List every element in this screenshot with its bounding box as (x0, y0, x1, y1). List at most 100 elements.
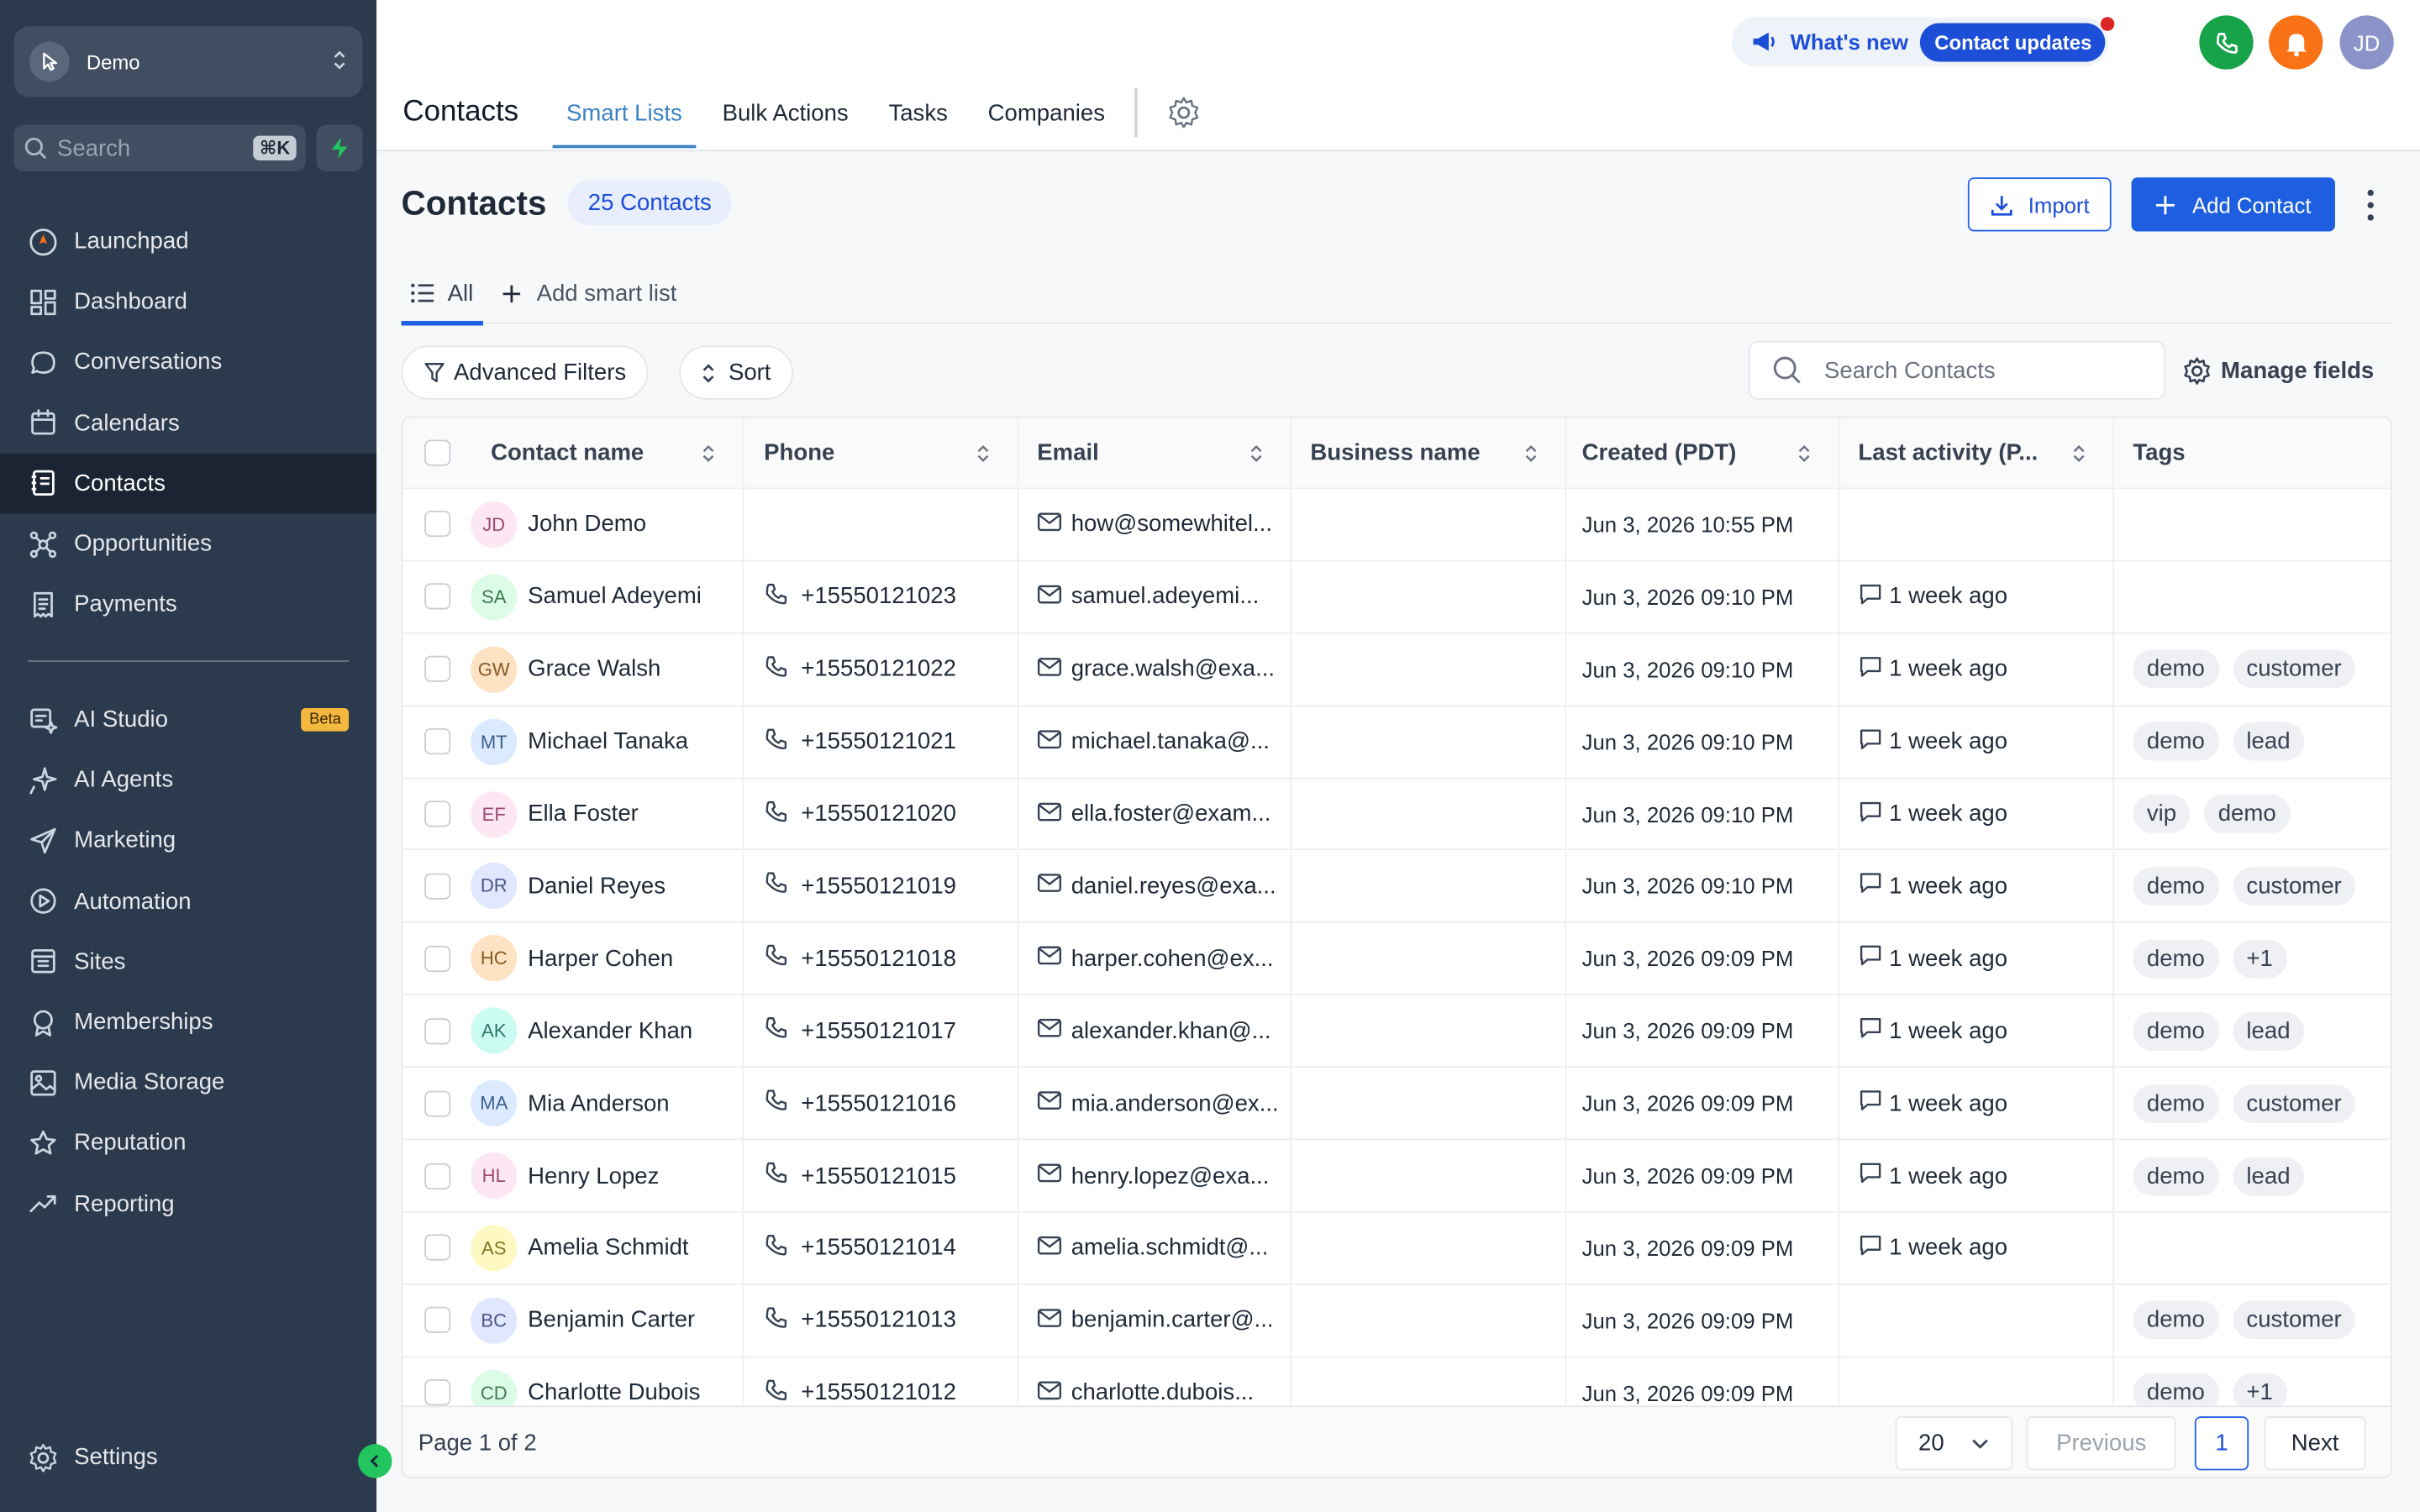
page-1-button[interactable]: 1 (2194, 1416, 2249, 1471)
table-row[interactable]: JD John Demo how@somewhitel... Jun 3, 2026 … (402, 489, 2391, 562)
table-row[interactable]: DR Daniel Reyes +15550121019 daniel.reyes@e… (402, 850, 2391, 924)
email-address[interactable]: mia.anderson@ex... (1071, 1090, 1279, 1116)
email-address[interactable]: charlotte.dubois... (1071, 1379, 1254, 1405)
contact-name-cell[interactable]: DR Daniel Reyes (471, 850, 744, 922)
advanced-filters-button[interactable]: Advanced Filters (401, 345, 648, 400)
tag-badge[interactable]: lead (2232, 1156, 2305, 1195)
table-row[interactable]: HL Henry Lopez +15550121015 henry.lopez@exa… (402, 1140, 2391, 1213)
table-row[interactable]: MT Michael Tanaka +15550121021 michael.tana… (402, 706, 2391, 779)
contact-name[interactable]: Henry Lopez (528, 1163, 659, 1189)
email-address[interactable]: benjamin.carter@... (1071, 1307, 1274, 1333)
contact-name-cell[interactable]: AK Alexander Khan (471, 995, 744, 1067)
table-row[interactable]: SA Samuel Adeyemi +15550121023 samuel.adeye… (402, 561, 2391, 634)
phone-number[interactable]: +15550121017 (801, 1018, 956, 1044)
contact-name-cell[interactable]: MA Mia Anderson (471, 1068, 744, 1139)
tag-badge[interactable]: lead (2232, 722, 2305, 761)
tab-smart-lists[interactable]: Smart Lists (552, 74, 697, 151)
tag-badge[interactable]: lead (2232, 1011, 2305, 1051)
tag-badge[interactable]: customer (2232, 1084, 2356, 1123)
contact-name[interactable]: Alexander Khan (528, 1018, 692, 1044)
tag-badge[interactable]: demo (2133, 722, 2219, 761)
tag-badge[interactable]: demo (2133, 649, 2219, 689)
email-address[interactable]: how@somewhitel... (1071, 512, 1272, 538)
tag-badge[interactable]: demo (2204, 794, 2291, 833)
row-checkbox[interactable] (424, 1307, 450, 1334)
tag-badge[interactable]: demo (2133, 1156, 2219, 1195)
sort-button[interactable]: Sort (679, 345, 793, 400)
smart-list-all-tab[interactable]: All (401, 263, 483, 325)
contact-name[interactable]: Benjamin Carter (528, 1307, 695, 1333)
header-business-name[interactable]: Business name (1292, 417, 1567, 488)
contact-name-cell[interactable]: AS Amelia Schmidt (471, 1212, 744, 1284)
phone-number[interactable]: +15550121013 (801, 1307, 956, 1333)
row-checkbox[interactable] (424, 801, 450, 827)
email-address[interactable]: grace.walsh@exa... (1071, 656, 1275, 682)
row-checkbox[interactable] (424, 583, 450, 611)
phone-number[interactable]: +15550121021 (801, 728, 956, 754)
contact-name-cell[interactable]: HC Harper Cohen (471, 923, 744, 995)
contact-name-cell[interactable]: EF Ella Foster (471, 778, 744, 850)
tag-badge[interactable]: demo (2133, 1011, 2219, 1051)
row-checkbox[interactable] (424, 1089, 450, 1117)
tag-badge[interactable]: demo (2133, 867, 2219, 906)
sidebar-item-reporting[interactable]: Reporting (0, 1173, 376, 1234)
contact-name[interactable]: Harper Cohen (528, 946, 673, 972)
more-options-button[interactable] (2360, 184, 2381, 227)
contact-name[interactable]: Charlotte Dubois (528, 1379, 700, 1405)
contact-name-cell[interactable]: GW Grace Walsh (471, 633, 744, 705)
add-smart-list-button[interactable]: Add smart list (492, 263, 686, 323)
table-row[interactable]: MA Mia Anderson +15550121016 mia.anderson@e… (402, 1068, 2391, 1141)
phone-number[interactable]: +15550121019 (801, 873, 956, 899)
tab-tasks[interactable]: Tasks (875, 74, 961, 151)
phone-number[interactable]: +15550121018 (801, 946, 956, 972)
phone-number[interactable]: +15550121012 (801, 1379, 956, 1405)
contact-name-cell[interactable]: HL Henry Lopez (471, 1140, 744, 1211)
contact-name[interactable]: Ella Foster (528, 801, 639, 827)
whats-new-link[interactable]: What's new (1791, 29, 1908, 54)
tab-companies[interactable]: Companies (974, 74, 1118, 151)
contact-name[interactable]: Michael Tanaka (528, 728, 688, 754)
sidebar-item-dashboard[interactable]: Dashboard (0, 272, 376, 333)
contact-updates-pill[interactable]: Contact updates (1920, 16, 2115, 61)
page-size-select[interactable]: 20 (1895, 1416, 2013, 1471)
sidebar-item-calendars[interactable]: Calendars (0, 393, 376, 454)
sidebar-item-contacts[interactable]: Contacts (0, 453, 377, 514)
contact-name-cell[interactable]: JD John Demo (471, 489, 744, 560)
row-checkbox[interactable] (424, 656, 450, 683)
account-switcher[interactable]: Demo (13, 26, 363, 97)
row-checkbox[interactable] (424, 511, 450, 538)
tag-badge[interactable]: customer (2232, 1300, 2356, 1340)
user-avatar[interactable]: JD (2339, 15, 2394, 70)
phone-number[interactable]: +15550121014 (801, 1235, 956, 1261)
select-all-checkbox[interactable] (424, 439, 450, 466)
contact-name[interactable]: Grace Walsh (528, 656, 660, 682)
email-address[interactable]: amelia.schmidt@... (1071, 1235, 1269, 1261)
search-contacts-input[interactable]: Search Contacts (1749, 340, 2165, 400)
table-row[interactable]: EF Ella Foster +15550121020 ella.foster@exa… (402, 778, 2391, 851)
header-email[interactable]: Email (1018, 417, 1292, 488)
tag-badge[interactable]: demo (2133, 1300, 2219, 1340)
contacts-settings-button[interactable] (1153, 74, 1214, 151)
contact-name-cell[interactable]: MT Michael Tanaka (471, 706, 744, 777)
email-address[interactable]: daniel.reyes@exa... (1071, 873, 1276, 899)
contact-name[interactable]: Samuel Adeyemi (528, 584, 702, 610)
row-checkbox[interactable] (424, 873, 450, 900)
row-checkbox[interactable] (424, 1235, 450, 1262)
table-row[interactable]: AS Amelia Schmidt +15550121014 amelia.schmi… (402, 1212, 2391, 1285)
sidebar-item-launchpad[interactable]: Launchpad (0, 212, 376, 272)
phone-button[interactable] (2199, 15, 2254, 70)
whats-new-banner[interactable]: What's new Contact updates (1731, 16, 2115, 66)
tab-bulk-actions[interactable]: Bulk Actions (708, 74, 862, 151)
sidebar-item-ai-studio[interactable]: AI Studio Beta (0, 690, 376, 750)
header-created[interactable]: Created (PDT) (1566, 417, 1840, 488)
add-contact-button[interactable]: Add Contact (2131, 177, 2335, 232)
sidebar-item-conversations[interactable]: Conversations (0, 333, 376, 393)
table-row[interactable]: HC Harper Cohen +15550121018 harper.cohen@e… (402, 923, 2391, 996)
phone-number[interactable]: +15550121016 (801, 1090, 956, 1116)
sidebar-item-payments[interactable]: Payments (0, 574, 376, 634)
quick-action-button[interactable] (316, 124, 363, 171)
tag-badge[interactable]: customer (2232, 867, 2356, 906)
manage-fields-button[interactable]: Manage fields (2182, 356, 2374, 386)
phone-number[interactable]: +15550121015 (801, 1163, 956, 1189)
table-row[interactable]: AK Alexander Khan +15550121017 alexander.kh… (402, 995, 2391, 1068)
